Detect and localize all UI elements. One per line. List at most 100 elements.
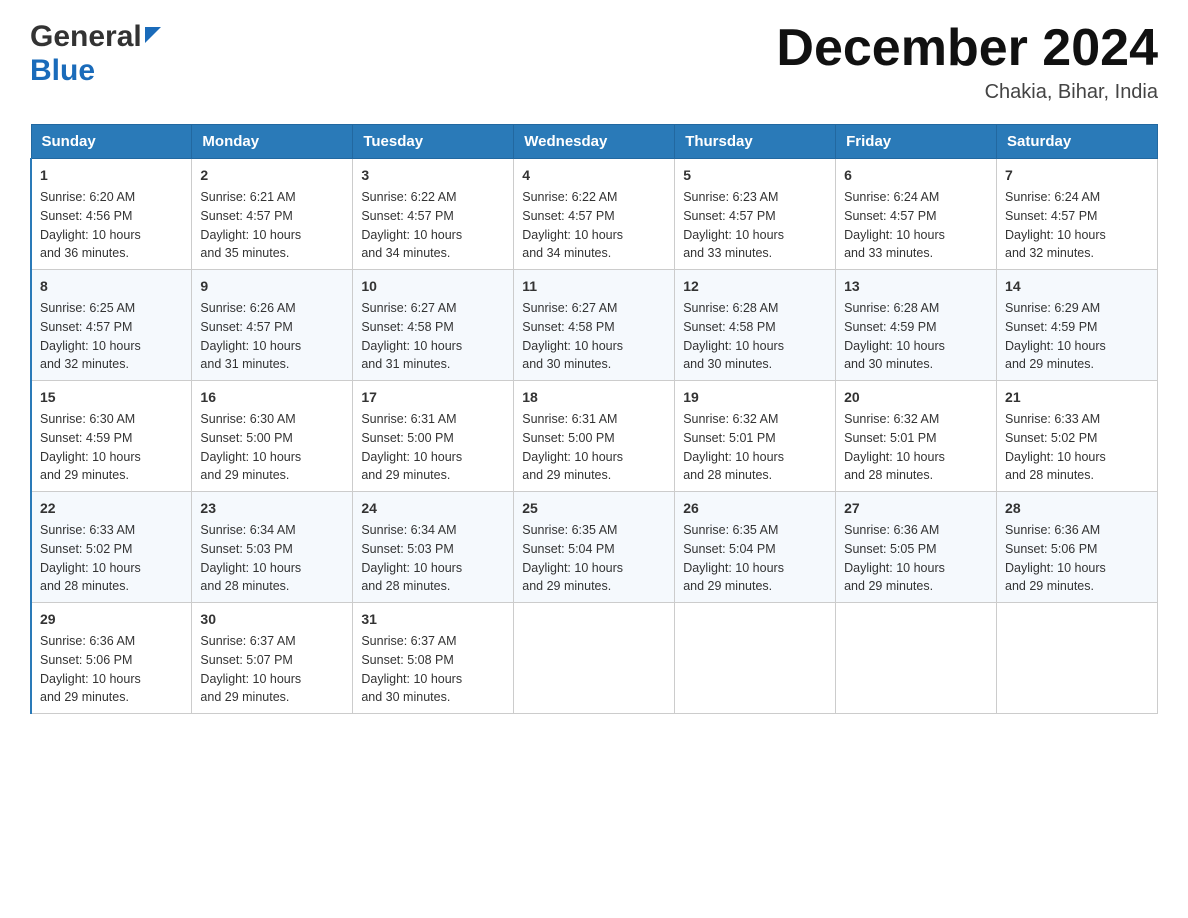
logo-triangle-icon <box>145 27 161 43</box>
day-number: 31 <box>361 609 505 630</box>
calendar-week-row: 29Sunrise: 6:36 AMSunset: 5:06 PMDayligh… <box>31 603 1158 714</box>
calendar-table: SundayMondayTuesdayWednesdayThursdayFrid… <box>30 124 1158 714</box>
day-info: Sunrise: 6:35 AMSunset: 5:04 PMDaylight:… <box>522 521 666 596</box>
day-info: Sunrise: 6:24 AMSunset: 4:57 PMDaylight:… <box>1005 188 1149 263</box>
day-info: Sunrise: 6:27 AMSunset: 4:58 PMDaylight:… <box>361 299 505 374</box>
calendar-cell: 5Sunrise: 6:23 AMSunset: 4:57 PMDaylight… <box>675 159 836 270</box>
day-number: 8 <box>40 276 183 297</box>
day-info: Sunrise: 6:30 AMSunset: 4:59 PMDaylight:… <box>40 410 183 485</box>
day-info: Sunrise: 6:34 AMSunset: 5:03 PMDaylight:… <box>361 521 505 596</box>
day-number: 20 <box>844 387 988 408</box>
logo-blue-text: Blue <box>30 54 95 88</box>
day-number: 9 <box>200 276 344 297</box>
calendar-cell: 4Sunrise: 6:22 AMSunset: 4:57 PMDaylight… <box>514 159 675 270</box>
calendar-cell: 26Sunrise: 6:35 AMSunset: 5:04 PMDayligh… <box>675 492 836 603</box>
weekday-header-saturday: Saturday <box>997 125 1158 159</box>
day-info: Sunrise: 6:26 AMSunset: 4:57 PMDaylight:… <box>200 299 344 374</box>
day-info: Sunrise: 6:34 AMSunset: 5:03 PMDaylight:… <box>200 521 344 596</box>
day-info: Sunrise: 6:27 AMSunset: 4:58 PMDaylight:… <box>522 299 666 374</box>
calendar-cell: 9Sunrise: 6:26 AMSunset: 4:57 PMDaylight… <box>192 270 353 381</box>
calendar-cell: 2Sunrise: 6:21 AMSunset: 4:57 PMDaylight… <box>192 159 353 270</box>
day-number: 21 <box>1005 387 1149 408</box>
calendar-cell: 21Sunrise: 6:33 AMSunset: 5:02 PMDayligh… <box>997 381 1158 492</box>
calendar-cell: 8Sunrise: 6:25 AMSunset: 4:57 PMDaylight… <box>31 270 192 381</box>
calendar-cell: 22Sunrise: 6:33 AMSunset: 5:02 PMDayligh… <box>31 492 192 603</box>
day-info: Sunrise: 6:36 AMSunset: 5:05 PMDaylight:… <box>844 521 988 596</box>
calendar-cell: 23Sunrise: 6:34 AMSunset: 5:03 PMDayligh… <box>192 492 353 603</box>
calendar-cell: 29Sunrise: 6:36 AMSunset: 5:06 PMDayligh… <box>31 603 192 714</box>
calendar-header: SundayMondayTuesdayWednesdayThursdayFrid… <box>31 125 1158 159</box>
calendar-cell: 12Sunrise: 6:28 AMSunset: 4:58 PMDayligh… <box>675 270 836 381</box>
calendar-cell: 14Sunrise: 6:29 AMSunset: 4:59 PMDayligh… <box>997 270 1158 381</box>
calendar-cell: 31Sunrise: 6:37 AMSunset: 5:08 PMDayligh… <box>353 603 514 714</box>
day-info: Sunrise: 6:32 AMSunset: 5:01 PMDaylight:… <box>844 410 988 485</box>
day-info: Sunrise: 6:31 AMSunset: 5:00 PMDaylight:… <box>522 410 666 485</box>
day-info: Sunrise: 6:32 AMSunset: 5:01 PMDaylight:… <box>683 410 827 485</box>
calendar-cell: 17Sunrise: 6:31 AMSunset: 5:00 PMDayligh… <box>353 381 514 492</box>
calendar-body: 1Sunrise: 6:20 AMSunset: 4:56 PMDaylight… <box>31 159 1158 714</box>
day-info: Sunrise: 6:22 AMSunset: 4:57 PMDaylight:… <box>361 188 505 263</box>
day-number: 15 <box>40 387 183 408</box>
day-number: 22 <box>40 498 183 519</box>
day-info: Sunrise: 6:24 AMSunset: 4:57 PMDaylight:… <box>844 188 988 263</box>
day-number: 28 <box>1005 498 1149 519</box>
day-info: Sunrise: 6:31 AMSunset: 5:00 PMDaylight:… <box>361 410 505 485</box>
day-info: Sunrise: 6:35 AMSunset: 5:04 PMDaylight:… <box>683 521 827 596</box>
calendar-cell: 1Sunrise: 6:20 AMSunset: 4:56 PMDaylight… <box>31 159 192 270</box>
day-number: 13 <box>844 276 988 297</box>
day-number: 4 <box>522 165 666 186</box>
calendar-week-row: 1Sunrise: 6:20 AMSunset: 4:56 PMDaylight… <box>31 159 1158 270</box>
calendar-cell: 24Sunrise: 6:34 AMSunset: 5:03 PMDayligh… <box>353 492 514 603</box>
day-number: 18 <box>522 387 666 408</box>
day-number: 12 <box>683 276 827 297</box>
calendar-cell: 20Sunrise: 6:32 AMSunset: 5:01 PMDayligh… <box>836 381 997 492</box>
calendar-cell <box>836 603 997 714</box>
logo-general-text: General <box>30 20 142 54</box>
day-number: 25 <box>522 498 666 519</box>
calendar-cell: 28Sunrise: 6:36 AMSunset: 5:06 PMDayligh… <box>997 492 1158 603</box>
calendar-week-row: 22Sunrise: 6:33 AMSunset: 5:02 PMDayligh… <box>31 492 1158 603</box>
calendar-cell: 27Sunrise: 6:36 AMSunset: 5:05 PMDayligh… <box>836 492 997 603</box>
day-number: 1 <box>40 165 183 186</box>
day-number: 30 <box>200 609 344 630</box>
calendar-cell <box>997 603 1158 714</box>
day-number: 23 <box>200 498 344 519</box>
calendar-cell <box>675 603 836 714</box>
weekday-header-wednesday: Wednesday <box>514 125 675 159</box>
title-block: December 2024 Chakia, Bihar, India <box>776 20 1158 104</box>
calendar-cell: 11Sunrise: 6:27 AMSunset: 4:58 PMDayligh… <box>514 270 675 381</box>
day-info: Sunrise: 6:25 AMSunset: 4:57 PMDaylight:… <box>40 299 183 374</box>
day-number: 7 <box>1005 165 1149 186</box>
weekday-header-tuesday: Tuesday <box>353 125 514 159</box>
calendar-cell: 10Sunrise: 6:27 AMSunset: 4:58 PMDayligh… <box>353 270 514 381</box>
day-info: Sunrise: 6:37 AMSunset: 5:08 PMDaylight:… <box>361 632 505 707</box>
day-info: Sunrise: 6:33 AMSunset: 5:02 PMDaylight:… <box>40 521 183 596</box>
day-info: Sunrise: 6:22 AMSunset: 4:57 PMDaylight:… <box>522 188 666 263</box>
day-info: Sunrise: 6:28 AMSunset: 4:58 PMDaylight:… <box>683 299 827 374</box>
day-info: Sunrise: 6:20 AMSunset: 4:56 PMDaylight:… <box>40 188 183 263</box>
calendar-cell: 18Sunrise: 6:31 AMSunset: 5:00 PMDayligh… <box>514 381 675 492</box>
location-text: Chakia, Bihar, India <box>776 81 1158 104</box>
day-info: Sunrise: 6:29 AMSunset: 4:59 PMDaylight:… <box>1005 299 1149 374</box>
calendar-cell: 16Sunrise: 6:30 AMSunset: 5:00 PMDayligh… <box>192 381 353 492</box>
calendar-cell: 25Sunrise: 6:35 AMSunset: 5:04 PMDayligh… <box>514 492 675 603</box>
weekday-header-sunday: Sunday <box>31 125 192 159</box>
day-number: 26 <box>683 498 827 519</box>
calendar-week-row: 15Sunrise: 6:30 AMSunset: 4:59 PMDayligh… <box>31 381 1158 492</box>
day-number: 2 <box>200 165 344 186</box>
logo: General Blue <box>30 20 161 88</box>
calendar-cell: 30Sunrise: 6:37 AMSunset: 5:07 PMDayligh… <box>192 603 353 714</box>
month-title: December 2024 <box>776 20 1158 77</box>
weekday-header-monday: Monday <box>192 125 353 159</box>
day-number: 6 <box>844 165 988 186</box>
day-info: Sunrise: 6:30 AMSunset: 5:00 PMDaylight:… <box>200 410 344 485</box>
weekday-header-friday: Friday <box>836 125 997 159</box>
calendar-cell <box>514 603 675 714</box>
page-header: General Blue December 2024 Chakia, Bihar… <box>30 20 1158 104</box>
day-info: Sunrise: 6:28 AMSunset: 4:59 PMDaylight:… <box>844 299 988 374</box>
day-info: Sunrise: 6:23 AMSunset: 4:57 PMDaylight:… <box>683 188 827 263</box>
calendar-cell: 3Sunrise: 6:22 AMSunset: 4:57 PMDaylight… <box>353 159 514 270</box>
day-number: 17 <box>361 387 505 408</box>
calendar-cell: 7Sunrise: 6:24 AMSunset: 4:57 PMDaylight… <box>997 159 1158 270</box>
weekday-header-thursday: Thursday <box>675 125 836 159</box>
